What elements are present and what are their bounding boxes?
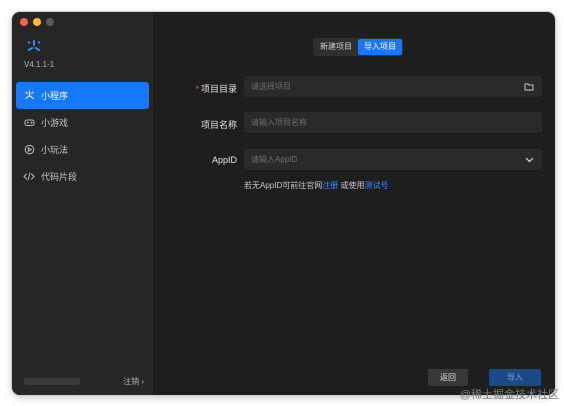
appid-placeholder: 请输入AppID xyxy=(251,155,298,164)
sidebar-item-mini-game[interactable]: 小游戏 xyxy=(16,109,149,136)
test-account-link[interactable]: 测试号 xyxy=(364,181,388,190)
close-window-button[interactable] xyxy=(20,18,28,26)
folder-icon[interactable] xyxy=(522,80,536,94)
chevron-down-icon xyxy=(522,153,536,167)
tab-new-project[interactable]: 新建项目 xyxy=(314,39,358,55)
watermark-text: @稀土掘金技术社区 xyxy=(459,389,559,401)
app-version: V4.1.1-1 xyxy=(24,60,55,69)
sidebar-item-mini-program[interactable]: 小程序 xyxy=(16,82,149,109)
directory-label: 项目目录 xyxy=(200,84,237,94)
sidebar-item-label: 小玩法 xyxy=(41,145,69,155)
hint-prefix: 若无AppID可前往官网 xyxy=(244,181,323,190)
minimize-window-button[interactable] xyxy=(33,18,41,26)
project-name-label: 项目名称 xyxy=(200,120,237,130)
project-name-placeholder: 请输入项目名称 xyxy=(251,118,307,127)
required-mark: * xyxy=(195,84,199,94)
sidebar-item-label: 小程序 xyxy=(41,91,69,101)
appid-select[interactable]: 请输入AppID xyxy=(244,149,542,170)
directory-placeholder: 请选择项目 xyxy=(251,82,291,91)
wechat-devtools-logo-icon xyxy=(27,40,41,51)
sidebar-item-code-snippet[interactable]: 代码片段 xyxy=(16,163,149,190)
play-circle-icon xyxy=(23,144,35,156)
sidebar-footer: 注销 › xyxy=(24,376,144,387)
hint-middle: 或使用 xyxy=(340,181,365,190)
appid-label: AppID xyxy=(211,155,237,165)
appid-hint: 若无AppID可前往官网注册 或使用测试号 xyxy=(244,180,388,191)
sidebar-item-label: 代码片段 xyxy=(41,172,78,182)
mini-program-icon xyxy=(23,90,35,102)
tab-import-project[interactable]: 导入项目 xyxy=(358,39,402,55)
account-name-redacted xyxy=(24,378,80,385)
zoom-window-button[interactable] xyxy=(46,18,54,26)
directory-field[interactable]: 请选择项目 xyxy=(244,76,542,97)
code-icon xyxy=(23,171,35,183)
app-window: V4.1.1-1 小程序 小游戏 小玩法 代码片段 注销 › 新建项目 导入项目… xyxy=(12,12,555,395)
gamepad-icon xyxy=(23,117,35,129)
main-panel: 新建项目 导入项目 * 项目目录 请选择项目 项目名称 请输入项目名称 AppID… xyxy=(154,12,555,395)
logout-link[interactable]: 注销 › xyxy=(123,376,144,387)
window-controls xyxy=(20,18,54,26)
import-button[interactable]: 导入 xyxy=(489,369,541,386)
sidebar-item-label: 小游戏 xyxy=(41,118,69,128)
sidebar-nav: 小程序 小游戏 小玩法 代码片段 xyxy=(16,82,149,190)
project-mode-tabs: 新建项目 导入项目 xyxy=(313,38,403,56)
sidebar: V4.1.1-1 小程序 小游戏 小玩法 代码片段 注销 › xyxy=(12,12,154,395)
back-button[interactable]: 返回 xyxy=(428,369,468,386)
project-name-input[interactable]: 请输入项目名称 xyxy=(244,112,542,133)
register-link[interactable]: 注册 xyxy=(322,181,338,190)
directory-label-row: * 项目目录 xyxy=(162,82,237,95)
sidebar-item-mini-play[interactable]: 小玩法 xyxy=(16,136,149,163)
